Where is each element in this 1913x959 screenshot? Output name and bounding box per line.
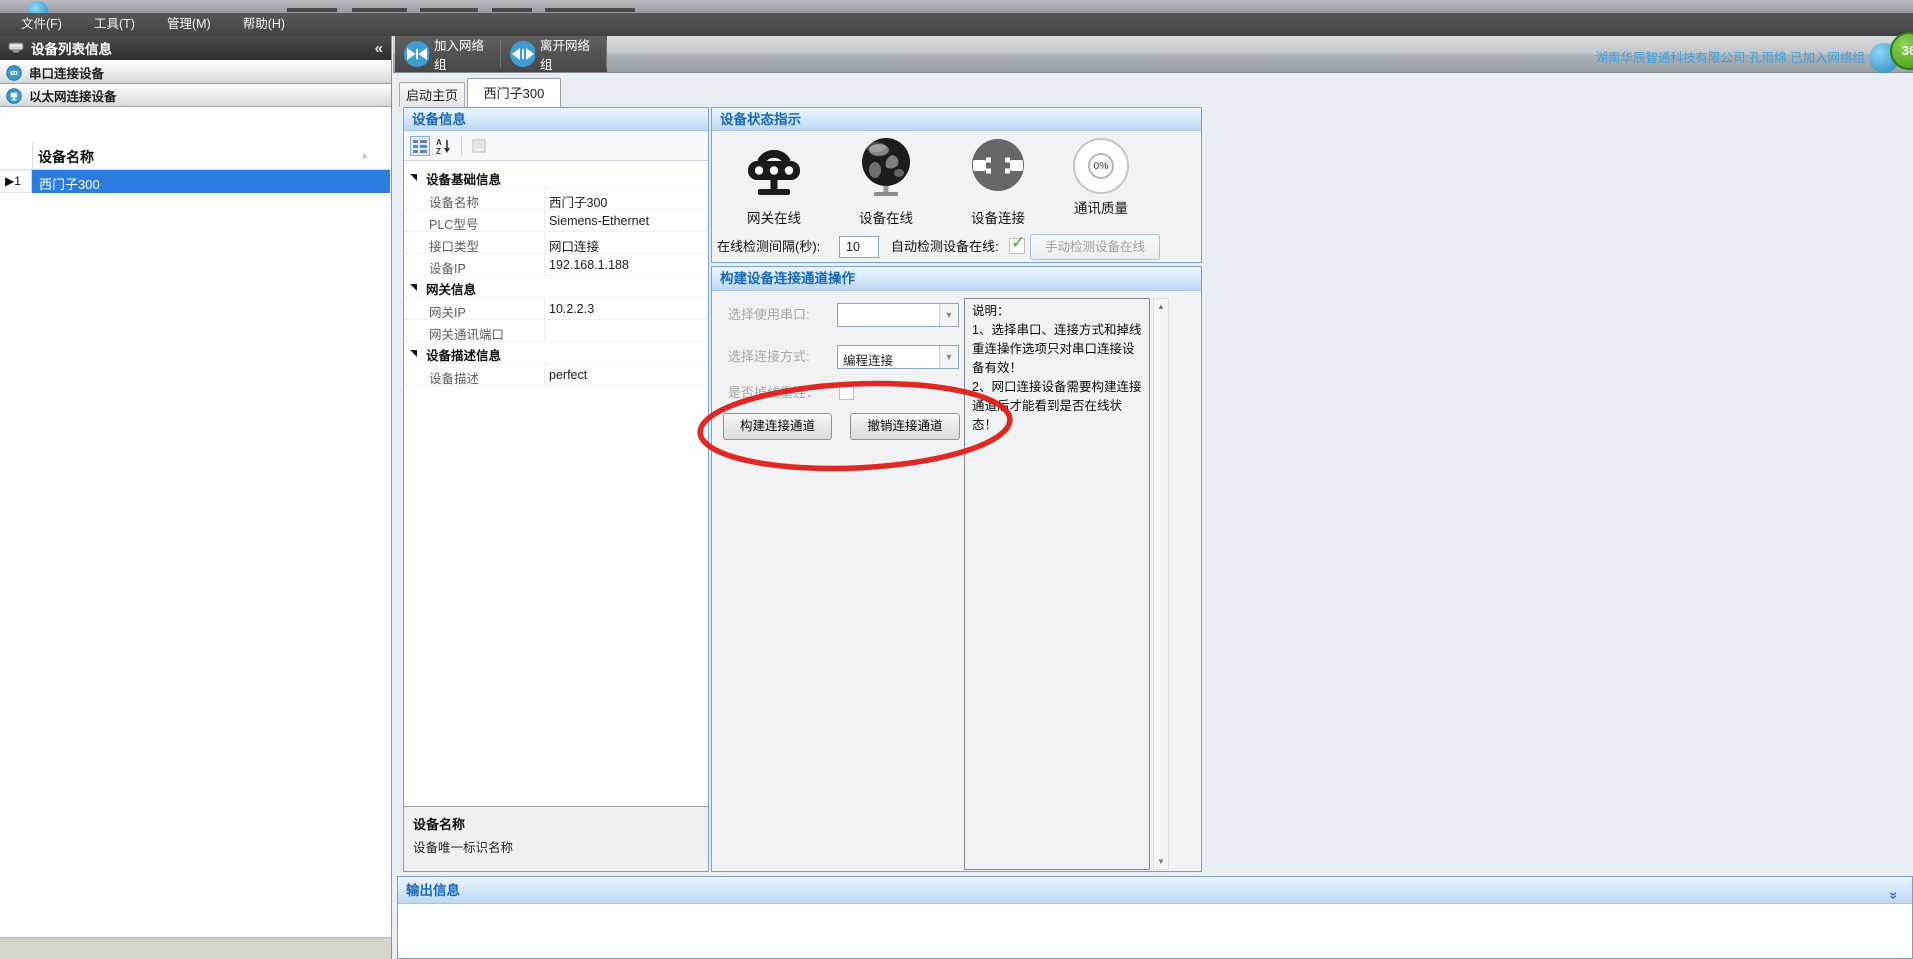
auto-check-label: 自动检测设备在线: bbox=[891, 234, 999, 260]
network-toolstrip: 加入网络组 离开网络组 bbox=[395, 36, 607, 72]
device-row-name[interactable]: 西门子300 bbox=[32, 170, 390, 193]
sidebar-header: 设备列表信息 « bbox=[0, 36, 391, 60]
indicator-gateway-online: 网关在线 bbox=[722, 135, 826, 227]
menu-bar: 文件(F) 工具(T) 管理(M) 帮助(H) bbox=[0, 13, 1913, 36]
plug-icon bbox=[966, 135, 1030, 199]
description-title: 设备名称 bbox=[413, 814, 699, 833]
main-toolbar: 加入网络组 离开网络组 湖南华辰智通科技有限公司:孔雨绵 已加入网络组 36 bbox=[393, 36, 1913, 73]
quality-value: 0% bbox=[1088, 153, 1114, 179]
globe-icon bbox=[854, 135, 918, 199]
sort-arrow-icon: ▲ bbox=[360, 150, 369, 160]
property-category[interactable]: 设备基础信息 bbox=[404, 166, 708, 188]
svg-text:A: A bbox=[436, 138, 442, 147]
join-network-icon bbox=[403, 40, 429, 68]
connect-mode-label: 选择连接方式: bbox=[728, 345, 810, 369]
connect-mode-select[interactable]: 编程连接 ▼ bbox=[837, 345, 959, 369]
gateway-icon bbox=[742, 135, 806, 199]
build-channel-button[interactable]: 构建连接通道 bbox=[723, 413, 832, 440]
sidebar-title: 设备列表信息 bbox=[31, 38, 375, 58]
indicator-comm-quality: 0% 通讯质量 bbox=[1049, 135, 1153, 217]
device-info-panel: 设备信息 A Z bbox=[403, 107, 709, 872]
menu-manage[interactable]: 管理(M) bbox=[158, 13, 220, 36]
sidebar-item-serial-devices[interactable]: 串口连接设备 bbox=[0, 61, 391, 84]
property-category[interactable]: 设备描述信息 bbox=[404, 342, 708, 364]
menu-help[interactable]: 帮助(H) bbox=[234, 13, 294, 36]
collapse-triangle-icon bbox=[410, 174, 417, 181]
tab-siemens300[interactable]: 西门子300 bbox=[467, 78, 561, 107]
reconnect-label: 是否掉线重连： bbox=[728, 381, 819, 405]
device-table-header[interactable]: 设备名称 ▲ bbox=[0, 142, 391, 170]
channel-operations-header: 构建设备连接通道操作 bbox=[712, 267, 1201, 291]
property-row[interactable]: 设备描述perfect bbox=[404, 364, 708, 386]
serial-device-icon bbox=[6, 65, 22, 81]
interval-input[interactable] bbox=[839, 236, 879, 258]
app-window: 文件(F) 工具(T) 管理(M) 帮助(H) 设备列表信息 « 串口连接设备 bbox=[0, 0, 1913, 959]
toolbar-separator bbox=[606, 40, 607, 68]
app-logo-icon bbox=[28, 1, 48, 13]
property-row[interactable]: 设备IP192.168.1.188 bbox=[404, 254, 708, 276]
join-network-group-button[interactable]: 加入网络组 bbox=[395, 36, 500, 72]
svg-text:Z: Z bbox=[436, 147, 441, 155]
sidebar-item-ethernet-devices[interactable]: 以太网连接设备 bbox=[0, 84, 391, 107]
collapse-triangle-icon bbox=[410, 350, 417, 357]
window-title-bar bbox=[0, 0, 1913, 13]
chevron-down-icon[interactable]: ▼ bbox=[939, 304, 958, 326]
interval-label: 在线检测间隔(秒): bbox=[717, 234, 820, 260]
collapse-triangle-icon bbox=[410, 284, 417, 291]
check-icon: ✓ bbox=[1011, 233, 1025, 253]
serial-port-label: 选择使用串口: bbox=[728, 303, 810, 327]
output-content[interactable] bbox=[398, 904, 1912, 958]
sidebar-item-label: 串口连接设备 bbox=[29, 63, 104, 82]
chevron-down-icon[interactable]: ▼ bbox=[939, 346, 958, 368]
output-title: 输出信息 bbox=[406, 883, 460, 898]
auto-check-checkbox[interactable]: ✓ bbox=[1009, 238, 1025, 254]
property-row[interactable]: 网关通讯端口 bbox=[404, 320, 708, 342]
property-row[interactable]: PLC型号Siemens-Ethernet bbox=[404, 210, 708, 232]
device-status-panel: 设备状态指示 网关在线 设备在线 bbox=[711, 107, 1202, 263]
panel-scrollbar[interactable]: ▲ ▼ bbox=[1153, 298, 1169, 870]
categorized-view-button[interactable] bbox=[410, 136, 430, 156]
property-row[interactable]: 设备名称西门子300 bbox=[404, 188, 708, 210]
scroll-up-icon[interactable]: ▲ bbox=[1154, 302, 1168, 311]
ethernet-device-icon bbox=[6, 88, 22, 104]
property-grid: 设备基础信息 设备名称西门子300 PLC型号Siemens-Ethernet … bbox=[404, 161, 708, 806]
collapse-chevron-icon[interactable]: » bbox=[1881, 892, 1908, 900]
device-name-column-header: 设备名称 bbox=[38, 147, 94, 167]
instructions-textbox: 说明： 1、选择串口、连接方式和掉线重连操作选项只对串口连接设备有效！ 2、网口… bbox=[964, 298, 1150, 870]
device-info-header: 设备信息 bbox=[404, 108, 708, 131]
property-row[interactable]: 网关IP10.2.2.3 bbox=[404, 298, 708, 320]
output-panel: 输出信息 » bbox=[397, 876, 1913, 959]
leave-network-group-button[interactable]: 离开网络组 bbox=[501, 36, 606, 72]
menu-file[interactable]: 文件(F) bbox=[12, 13, 71, 36]
sidebar-footer-strip bbox=[0, 937, 391, 959]
row-index: ▶1 bbox=[0, 170, 32, 193]
scroll-down-icon[interactable]: ▼ bbox=[1154, 857, 1168, 866]
menu-tools[interactable]: 工具(T) bbox=[85, 13, 144, 36]
leave-network-icon bbox=[509, 40, 535, 68]
property-grid-toolbar: A Z bbox=[404, 131, 708, 161]
property-pages-button-disabled bbox=[469, 136, 489, 156]
indicator-device-connect: 设备连接 bbox=[946, 135, 1050, 227]
sidebar-collapse-icon[interactable]: « bbox=[375, 40, 383, 57]
description-text: 设备唯一标识名称 bbox=[413, 837, 699, 856]
output-header: 输出信息 » bbox=[398, 877, 1912, 904]
property-row[interactable]: 接口类型网口连接 bbox=[404, 232, 708, 254]
indicator-device-online: 设备在线 bbox=[834, 135, 938, 227]
reconnect-checkbox[interactable] bbox=[839, 385, 854, 400]
table-row[interactable]: ▶1 西门子300 bbox=[0, 170, 391, 193]
tab-start-home[interactable]: 启动主页 bbox=[399, 82, 465, 107]
alphabetical-sort-button[interactable]: A Z bbox=[434, 136, 454, 156]
revoke-channel-button[interactable]: 撤销连接通道 bbox=[850, 413, 960, 440]
device-status-header: 设备状态指示 bbox=[712, 108, 1201, 131]
property-description-box: 设备名称 设备唯一标识名称 bbox=[404, 806, 708, 871]
manual-check-button[interactable]: 手动检测设备在线 bbox=[1030, 234, 1160, 260]
sidebar-item-label: 以太网连接设备 bbox=[29, 86, 117, 105]
quality-icon: 0% bbox=[1073, 138, 1129, 194]
channel-operations-panel: 构建设备连接通道操作 选择使用串口: ▼ 选择连接方式: 编程连接 ▼ 是否掉线… bbox=[711, 266, 1202, 872]
company-status-text: 湖南华辰智通科技有限公司:孔雨绵 已加入网络组 bbox=[1596, 47, 1865, 66]
property-category[interactable]: 网关信息 bbox=[404, 276, 708, 298]
device-list-sidebar: 设备列表信息 « 串口连接设备 以太网连接设备 设备名称 ▲ bbox=[0, 36, 392, 959]
device-list-icon bbox=[8, 42, 24, 54]
serial-port-select[interactable]: ▼ bbox=[837, 303, 959, 327]
